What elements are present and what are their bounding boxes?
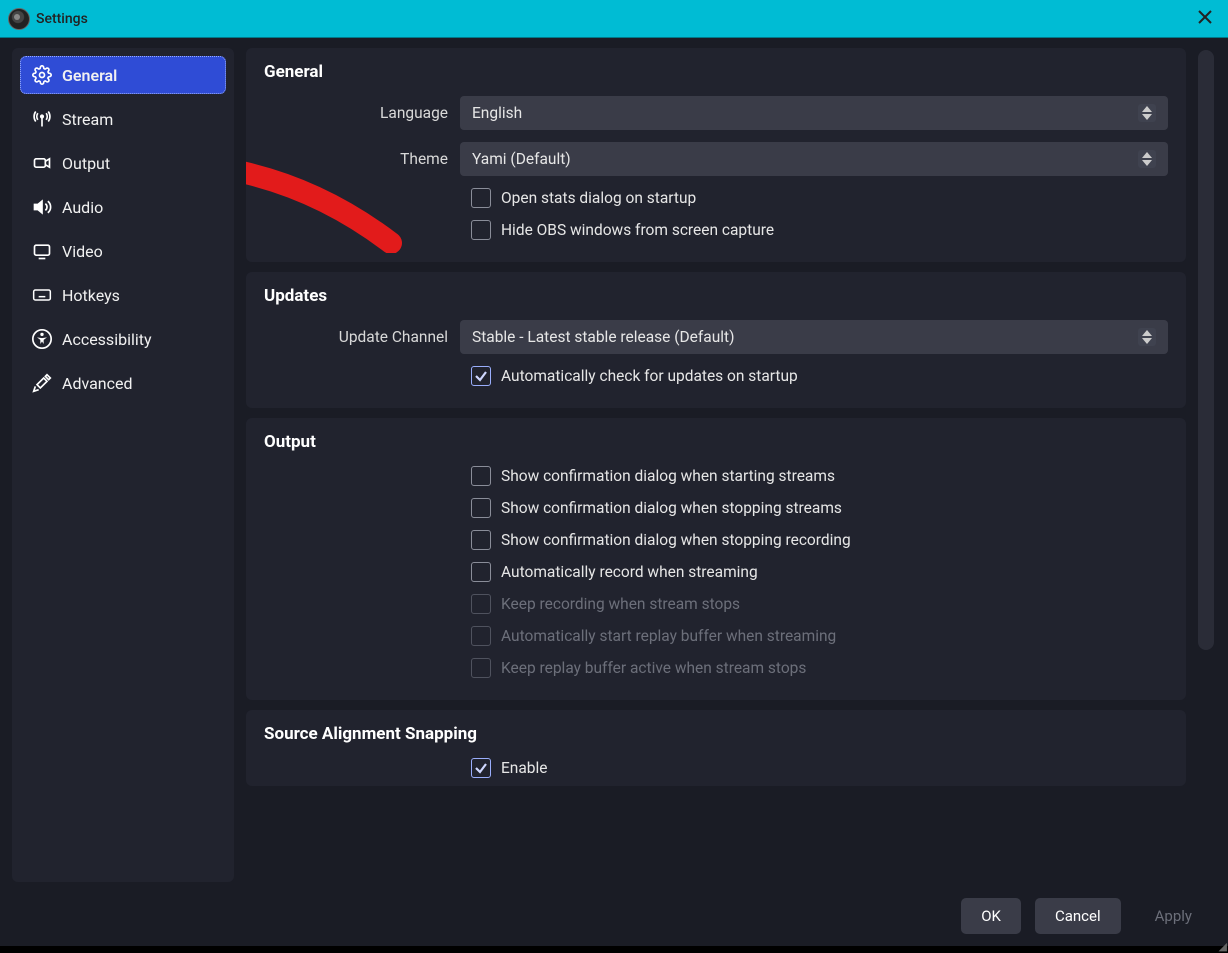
chevron-updown-icon	[1138, 150, 1156, 168]
sidebar-item-label: Hotkeys	[62, 286, 120, 305]
hide-windows-checkbox[interactable]	[471, 220, 491, 240]
language-select[interactable]: English	[460, 96, 1168, 130]
section-title-snapping: Source Alignment Snapping	[264, 724, 1168, 744]
section-general: General Language English Th	[246, 48, 1186, 262]
tools-icon	[32, 373, 52, 393]
apply-button: Apply	[1135, 898, 1212, 934]
sidebar-item-audio[interactable]: Audio	[20, 188, 226, 226]
update-channel-select[interactable]: Stable - Latest stable release (Default)	[460, 320, 1168, 354]
sidebar-item-label: Output	[62, 154, 110, 173]
confirm-stop-stream-label: Show confirmation dialog when stopping s…	[501, 499, 842, 517]
speaker-icon	[32, 197, 52, 217]
keep-recording-checkbox	[471, 594, 491, 614]
sidebar-item-label: General	[62, 66, 117, 85]
sidebar-item-stream[interactable]: Stream	[20, 100, 226, 138]
language-label: Language	[264, 104, 460, 122]
section-title-updates: Updates	[264, 286, 1168, 306]
camera-output-icon	[32, 153, 52, 173]
keep-replay-buffer-label: Keep replay buffer active when stream st…	[501, 659, 806, 677]
scrollbar-thumb[interactable]	[1200, 52, 1212, 646]
section-output: Output Show confirmation dialog when sta…	[246, 418, 1186, 700]
sidebar-item-label: Stream	[62, 110, 113, 129]
keyboard-icon	[32, 285, 52, 305]
chevron-updown-icon	[1138, 104, 1156, 122]
snapping-enable-checkbox[interactable]	[471, 758, 491, 778]
confirm-start-stream-label: Show confirmation dialog when starting s…	[501, 467, 835, 485]
scrollbar[interactable]	[1198, 50, 1214, 650]
sidebar-item-advanced[interactable]: Advanced	[20, 364, 226, 402]
section-snapping: Source Alignment Snapping Enable	[246, 710, 1186, 786]
sidebar-item-output[interactable]: Output	[20, 144, 226, 182]
confirm-stop-recording-checkbox[interactable]	[471, 530, 491, 550]
sidebar-item-label: Accessibility	[62, 330, 152, 349]
obs-icon	[8, 8, 30, 30]
keep-recording-label: Keep recording when stream stops	[501, 595, 740, 613]
close-icon[interactable]	[1190, 4, 1220, 33]
cancel-button[interactable]: Cancel	[1035, 898, 1121, 934]
sidebar-item-general[interactable]: General	[20, 56, 226, 94]
window-title: Settings	[36, 11, 88, 27]
gear-icon	[32, 65, 52, 85]
auto-replay-buffer-label: Automatically start replay buffer when s…	[501, 627, 836, 645]
confirm-stop-stream-checkbox[interactable]	[471, 498, 491, 518]
auto-replay-buffer-checkbox	[471, 626, 491, 646]
auto-record-label: Automatically record when streaming	[501, 563, 758, 581]
theme-value: Yami (Default)	[472, 150, 571, 168]
sidebar-item-video[interactable]: Video	[20, 232, 226, 270]
sidebar-item-label: Advanced	[62, 374, 133, 393]
sidebar-item-hotkeys[interactable]: Hotkeys	[20, 276, 226, 314]
resize-grip-icon[interactable]: ◢	[1219, 944, 1225, 950]
section-updates: Updates Update Channel Stable - Latest s…	[246, 272, 1186, 408]
section-title-output: Output	[264, 432, 1168, 452]
update-channel-label: Update Channel	[264, 328, 460, 346]
ok-button[interactable]: OK	[961, 898, 1021, 934]
sidebar-item-accessibility[interactable]: Accessibility	[20, 320, 226, 358]
auto-record-checkbox[interactable]	[471, 562, 491, 582]
confirm-start-stream-checkbox[interactable]	[471, 466, 491, 486]
hide-windows-label: Hide OBS windows from screen capture	[501, 221, 774, 239]
section-title-general: General	[264, 62, 1168, 82]
sidebar: General Stream Output Audio Video	[12, 48, 234, 882]
accessibility-icon	[32, 329, 52, 349]
confirm-stop-recording-label: Show confirmation dialog when stopping r…	[501, 531, 851, 549]
titlebar: Settings	[0, 0, 1228, 38]
language-value: English	[472, 104, 522, 122]
auto-check-updates-label: Automatically check for updates on start…	[501, 367, 798, 385]
update-channel-value: Stable - Latest stable release (Default)	[472, 328, 735, 346]
chevron-updown-icon	[1138, 328, 1156, 346]
sidebar-item-label: Audio	[62, 198, 103, 217]
open-stats-checkbox[interactable]	[471, 188, 491, 208]
open-stats-label: Open stats dialog on startup	[501, 189, 696, 207]
dialog-footer: OK Cancel Apply	[0, 886, 1228, 946]
antenna-icon	[32, 109, 52, 129]
auto-check-updates-checkbox[interactable]	[471, 366, 491, 386]
settings-content: General Language English Th	[246, 48, 1216, 882]
theme-label: Theme	[264, 150, 460, 168]
snapping-enable-label: Enable	[501, 759, 548, 777]
keep-replay-buffer-checkbox	[471, 658, 491, 678]
sidebar-item-label: Video	[62, 242, 103, 261]
theme-select[interactable]: Yami (Default)	[460, 142, 1168, 176]
monitor-icon	[32, 241, 52, 261]
